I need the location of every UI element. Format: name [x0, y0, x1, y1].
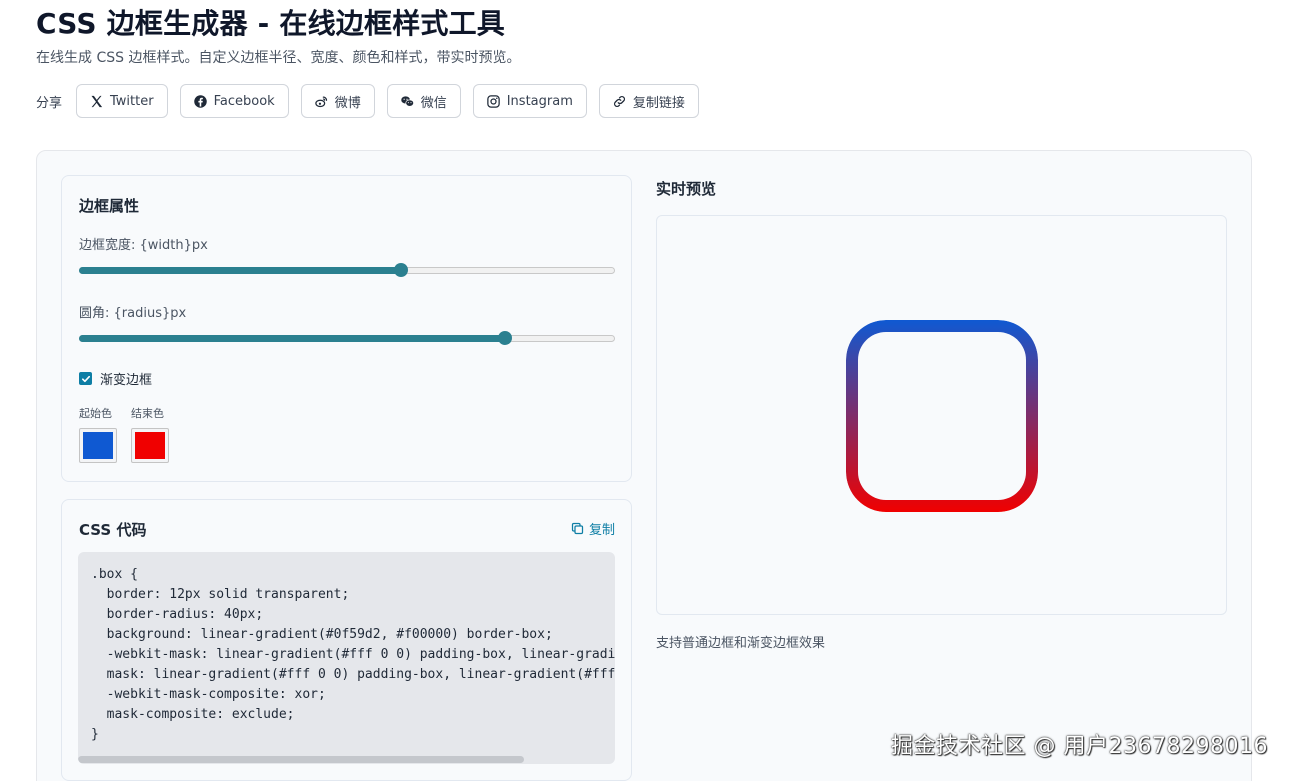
link-icon: [613, 95, 625, 107]
start-color-swatch: [83, 432, 113, 459]
start-color-group: 起始色: [79, 405, 117, 463]
border-radius-slider[interactable]: [79, 330, 615, 346]
properties-title: 边框属性: [79, 197, 140, 215]
weibo-icon: [314, 96, 327, 107]
css-code-panel: CSS 代码 复制 .box { border: 12px solid tran…: [61, 499, 632, 781]
page-subtitle: 在线生成 CSS 边框样式。自定义边框半径、宽度、颜色和样式，带实时预览。: [36, 50, 521, 66]
border-width-slider[interactable]: [79, 262, 615, 278]
check-icon: [81, 375, 90, 382]
end-color-group: 结束色: [131, 405, 169, 463]
share-weibo-label: 微博: [334, 95, 361, 111]
share-label: 分享: [36, 95, 63, 111]
end-color-picker[interactable]: [131, 428, 169, 463]
copy-code-button[interactable]: 复制: [570, 519, 615, 538]
page-title: CSS 边框生成器 - 在线边框样式工具: [36, 7, 506, 40]
copy-icon: [571, 522, 584, 535]
preview-caption: 支持普通边框和渐变边框效果: [656, 636, 826, 651]
start-color-label: 起始色: [79, 407, 112, 420]
share-wechat-label: 微信: [420, 95, 447, 111]
share-instagram-button[interactable]: Instagram: [472, 84, 587, 118]
share-twitter-button[interactable]: Twitter: [76, 84, 168, 118]
wechat-icon: [400, 95, 414, 107]
border-radius-label: 圆角: {radius}px: [79, 306, 187, 321]
slider-thumb[interactable]: [498, 331, 513, 345]
x-twitter-icon: [91, 95, 103, 107]
end-color-swatch: [135, 432, 165, 459]
code-title: CSS 代码: [79, 521, 147, 539]
css-code-text: .box { border: 12px solid transparent; b…: [91, 567, 615, 742]
gradient-checkbox-label: 渐变边框: [100, 373, 153, 388]
share-facebook-button[interactable]: Facebook: [179, 84, 289, 118]
share-instagram-label: Instagram: [506, 93, 573, 109]
slider-fill: [79, 335, 506, 342]
gradient-border-toggle[interactable]: 渐变边框: [79, 369, 152, 388]
share-copy-link-label: 复制链接: [632, 95, 685, 111]
share-facebook-label: Facebook: [213, 93, 275, 109]
preview-area: [656, 215, 1227, 615]
share-bar: 分享 Twitter Facebook 微博 微信 Instagram 复制链接: [36, 84, 711, 118]
slider-fill: [79, 267, 401, 274]
start-color-picker[interactable]: [79, 428, 117, 463]
end-color-label: 结束色: [131, 407, 164, 420]
border-properties-panel: 边框属性 边框宽度: {width}px 圆角: {radius}px 渐变边框…: [61, 175, 632, 482]
preview-gradient-box: [846, 320, 1038, 512]
gradient-checkbox[interactable]: [79, 372, 92, 385]
share-weibo-button[interactable]: 微博: [300, 84, 375, 118]
preview-title: 实时预览: [656, 180, 717, 198]
watermark: 掘金技术社区 @ 用户23678298016: [891, 734, 1268, 759]
share-wechat-button[interactable]: 微信: [386, 84, 461, 118]
share-twitter-label: Twitter: [110, 93, 154, 109]
instagram-icon: [486, 94, 500, 108]
code-horizontal-scrollbar[interactable]: [78, 756, 524, 763]
border-width-label: 边框宽度: {width}px: [79, 238, 208, 253]
share-copy-link-button[interactable]: 复制链接: [598, 84, 699, 118]
code-block[interactable]: .box { border: 12px solid transparent; b…: [78, 552, 615, 764]
slider-thumb[interactable]: [393, 263, 408, 277]
copy-code-label: 复制: [588, 523, 615, 538]
facebook-icon: [193, 94, 207, 108]
